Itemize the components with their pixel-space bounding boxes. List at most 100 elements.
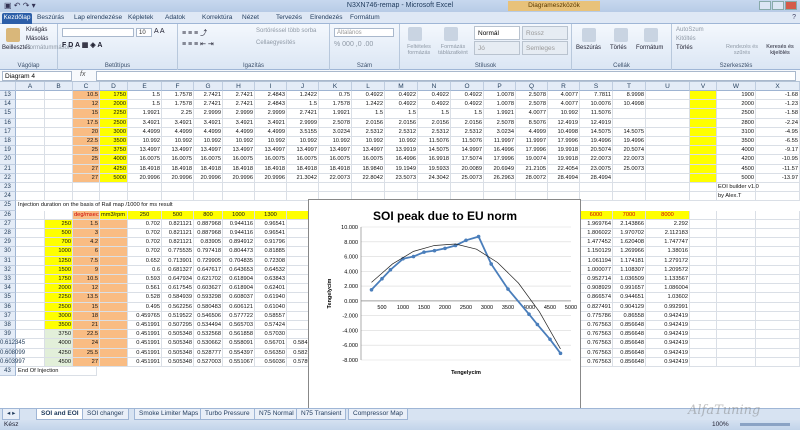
font-size-box[interactable]: 10 (136, 28, 152, 37)
cell[interactable] (16, 192, 45, 202)
cell[interactable]: 0.894912 (223, 238, 255, 248)
builder-value-cell[interactable]: -1.23 (756, 100, 800, 110)
cell[interactable]: 10.4998 (548, 127, 580, 137)
cell[interactable] (690, 137, 717, 147)
cell[interactable] (45, 164, 73, 174)
rpm-cell[interactable]: 1250 (45, 256, 73, 266)
cell[interactable]: 20.5074 (613, 146, 646, 156)
builder-value-cell[interactable]: -4.95 (756, 127, 800, 137)
fx-icon[interactable]: fx (80, 71, 85, 78)
cell[interactable]: 10.992 (385, 137, 418, 147)
cell[interactable]: 1.477452 (580, 238, 613, 248)
sheet-tab[interactable]: Smoke Limiter Maps (134, 409, 204, 420)
sheet-tab[interactable]: SOI changer (82, 409, 129, 420)
column-header[interactable]: L (352, 82, 385, 91)
header-cell[interactable]: mm3/rpm (100, 210, 128, 220)
cell[interactable] (16, 100, 45, 110)
cell[interactable]: 22.0073 (319, 173, 352, 183)
cell[interactable]: 16.0075 (352, 155, 385, 165)
cell[interactable] (223, 192, 255, 202)
column-header[interactable]: K (319, 82, 352, 91)
insert-cells-icon[interactable] (582, 28, 596, 42)
cell[interactable]: 0.804473 (223, 247, 255, 257)
cell[interactable]: 0.451991 (128, 357, 162, 367)
cell[interactable]: 0.96541 (255, 229, 287, 239)
cell[interactable]: 10.992 (162, 137, 194, 147)
cell[interactable]: 0.856648 (613, 339, 646, 349)
cell[interactable]: 1.2422 (287, 91, 319, 101)
rpm-cell[interactable]: 3000 (100, 127, 128, 137)
row-header[interactable]: 13 (0, 91, 16, 101)
cell[interactable]: 14.5075 (580, 127, 613, 137)
soi-deg-cell[interactable]: 12 (73, 284, 100, 294)
cell[interactable]: 0.532568 (194, 330, 223, 340)
cell[interactable]: by Alex.T (717, 192, 756, 202)
rpm-cell[interactable]: 2000 (100, 100, 128, 110)
style-normal[interactable]: Normál (474, 26, 520, 40)
cell[interactable] (16, 173, 45, 183)
cell[interactable] (646, 91, 690, 101)
cell[interactable] (756, 192, 800, 202)
cell[interactable] (194, 183, 223, 193)
row-header[interactable]: 39 (0, 330, 16, 340)
cell[interactable] (756, 357, 800, 367)
row-header[interactable]: 15 (0, 109, 16, 119)
cell[interactable] (16, 311, 45, 321)
cell[interactable] (45, 183, 73, 193)
rpm-cell[interactable]: 700 (45, 238, 73, 248)
sheet-tab[interactable]: SOI and EOI (36, 409, 84, 420)
cell[interactable]: 0.767563 (580, 339, 613, 349)
column-header[interactable]: J (287, 82, 319, 91)
cell[interactable]: 1.108307 (613, 265, 646, 275)
cell[interactable]: 16.0075 (287, 155, 319, 165)
cell[interactable]: 18.4918 (128, 164, 162, 174)
align-icons-2[interactable]: ≡ ≡ ≡ ⇤ ⇥ (182, 40, 214, 48)
cell[interactable]: 0.702 (128, 229, 162, 239)
cell[interactable] (756, 210, 800, 220)
cell[interactable]: 10.992 (352, 137, 385, 147)
cell[interactable] (16, 238, 45, 248)
builder-value-cell[interactable]: -9.17 (756, 146, 800, 156)
cell[interactable] (717, 293, 756, 303)
cell[interactable]: 10.992 (194, 137, 223, 147)
font-style-icons[interactable]: F D A ▦ ◈ A (62, 41, 102, 49)
cell[interactable]: 0.4922 (385, 91, 418, 101)
cell[interactable] (756, 321, 800, 331)
rpm-cell[interactable]: 4500 (45, 357, 73, 367)
cell[interactable] (100, 256, 128, 266)
cell[interactable]: 0.57030 (255, 330, 287, 340)
cell[interactable] (690, 302, 717, 312)
cell[interactable]: 2.25 (162, 109, 194, 119)
cell[interactable]: 2.9999 (223, 109, 255, 119)
cell[interactable]: 2.9999 (194, 109, 223, 119)
row-header[interactable]: 16 (0, 118, 16, 128)
cell[interactable] (100, 339, 128, 349)
column-header[interactable]: A (16, 82, 45, 91)
cell[interactable]: 2.7421 (223, 100, 255, 110)
cell[interactable]: 11.5076 (451, 137, 484, 147)
cell[interactable]: 28.4994 (580, 173, 613, 183)
cell[interactable]: 1.5 (352, 109, 385, 119)
builder-rpm-cell[interactable]: 1900 (717, 91, 756, 101)
cell[interactable]: 10.992 (223, 137, 255, 147)
cell[interactable] (690, 109, 717, 119)
row-header[interactable]: 26 (0, 210, 16, 220)
cell[interactable] (16, 302, 45, 312)
cell[interactable] (45, 210, 73, 220)
sheet-tab[interactable]: Compressor Map (348, 409, 408, 420)
cell[interactable]: 4.4999 (516, 127, 548, 137)
ribbon-tab[interactable]: Tervezés (276, 13, 302, 24)
cell[interactable]: 0.702 (128, 247, 162, 257)
cell[interactable]: 0.56350 (255, 348, 287, 358)
builder-rpm-cell[interactable]: 4000 (717, 146, 756, 156)
clear-button[interactable]: Törlés (676, 45, 693, 51)
ribbon-tab[interactable]: Korrektúra (202, 13, 232, 24)
builder-value-cell[interactable]: -6.55 (756, 137, 800, 147)
cell[interactable]: 0.6 (128, 265, 162, 275)
cell[interactable]: 2.0156 (352, 118, 385, 128)
cell[interactable]: 0.904129 (613, 302, 646, 312)
cell[interactable]: 23.0075 (580, 164, 613, 174)
cell[interactable] (100, 348, 128, 358)
cell[interactable]: 0.767563 (580, 357, 613, 367)
cell[interactable]: 0.643653 (223, 265, 255, 275)
